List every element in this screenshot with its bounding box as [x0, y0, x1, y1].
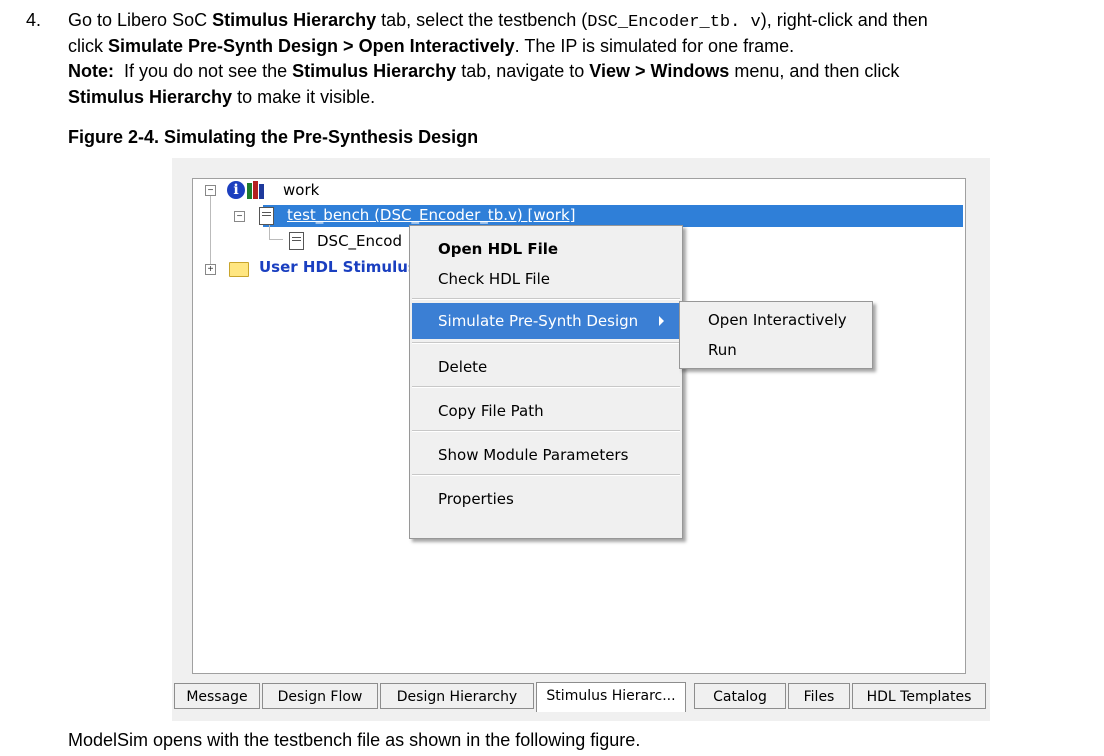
hdl-file-icon — [289, 232, 304, 250]
text: If you do not see the — [114, 61, 293, 81]
tab-design-flow[interactable]: Design Flow — [262, 683, 378, 709]
menu-separator — [412, 430, 680, 432]
menu-item-label: Simulate Pre-Synth Design — [438, 312, 639, 330]
tab-message[interactable]: Message — [174, 683, 260, 709]
expand-icon[interactable]: + — [205, 264, 216, 275]
context-menu: Open HDL File Check HDL File Simulate Pr… — [409, 225, 683, 539]
bold-text: Simulate Pre-Synth Design > Open Interac… — [108, 36, 515, 56]
note-line-2: Stimulus Hierarchy to make it visible. — [68, 85, 375, 110]
text: tab, select the testbench ( — [376, 10, 588, 30]
bold-text: Stimulus Hierarchy — [68, 87, 233, 107]
tab-hdl-templates[interactable]: HDL Templates — [852, 683, 986, 709]
libero-screenshot: − i work − test_bench (DSC_Encoder_tb.v)… — [172, 158, 990, 721]
submenu-arrow-icon — [659, 316, 664, 326]
text: . The IP is simulated for one frame. — [514, 36, 795, 56]
menu-item-run[interactable]: Run — [682, 335, 870, 365]
bold-text: Stimulus Hierarchy — [292, 61, 457, 81]
tab-design-hierarchy[interactable]: Design Hierarchy — [380, 683, 534, 709]
file-icon — [259, 207, 274, 225]
stimulus-hierarchy-panel: − i work − test_bench (DSC_Encoder_tb.v)… — [192, 178, 966, 674]
tree-line — [269, 225, 270, 239]
folder-icon — [229, 262, 249, 277]
text: tab, navigate to — [456, 61, 590, 81]
figure-title: Figure 2-4. Simulating the Pre-Synthesis… — [68, 127, 479, 147]
note-label: Note: — [68, 61, 114, 81]
menu-separator — [412, 342, 680, 344]
collapse-icon[interactable]: − — [205, 185, 216, 196]
text: click — [68, 36, 108, 56]
text: Go to Libero SoC — [68, 10, 213, 30]
step-number: 4. — [26, 10, 42, 30]
bold-text: Stimulus Hierarchy — [212, 10, 377, 30]
info-icon: i — [227, 181, 245, 199]
tab-files[interactable]: Files — [788, 683, 850, 709]
tree-line — [210, 196, 211, 268]
note-line-1: Note: If you do not see the Stimulus Hie… — [68, 59, 899, 84]
menu-item-simulate-pre-synth[interactable]: Simulate Pre-Synth Design — [412, 303, 680, 339]
tab-catalog[interactable]: Catalog — [694, 683, 786, 709]
menu-separator — [412, 298, 680, 300]
library-icon — [247, 181, 265, 199]
tree-item-work[interactable]: work — [283, 181, 319, 203]
menu-separator — [412, 474, 680, 476]
menu-item-check-hdl-file[interactable]: Check HDL File — [412, 264, 680, 294]
tree-item-user-hdl-stimulus[interactable]: User HDL Stimulus — [259, 258, 417, 280]
text: ), right-click and then — [760, 10, 928, 30]
text: menu, and then click — [729, 61, 900, 81]
footer-text: ModelSim opens with the testbench file a… — [68, 730, 641, 750]
menu-item-copy-file-path[interactable]: Copy File Path — [412, 396, 680, 426]
menu-item-show-module-parameters[interactable]: Show Module Parameters — [412, 440, 680, 470]
text: to make it visible. — [232, 87, 376, 107]
menu-item-properties[interactable]: Properties — [412, 484, 680, 514]
menu-item-open-hdl-file[interactable]: Open HDL File — [412, 234, 680, 264]
menu-separator — [412, 386, 680, 388]
step-line-1: Go to Libero SoC Stimulus Hierarchy tab,… — [68, 8, 928, 35]
tree-item-dsc-encoder[interactable]: DSC_Encod — [317, 232, 402, 254]
tree-line — [269, 239, 283, 240]
menu-item-open-interactively[interactable]: Open Interactively — [682, 305, 870, 335]
bold-text: View > Windows — [589, 61, 730, 81]
collapse-icon[interactable]: − — [234, 211, 245, 222]
menu-item-delete[interactable]: Delete — [412, 352, 680, 382]
submenu: Open Interactively Run — [679, 301, 873, 369]
step-line-2: click Simulate Pre-Synth Design > Open I… — [68, 34, 794, 59]
code-text: DSC_Encoder_tb. v — [587, 13, 761, 32]
tab-stimulus-hierarchy[interactable]: Stimulus Hierarc... — [536, 682, 686, 712]
